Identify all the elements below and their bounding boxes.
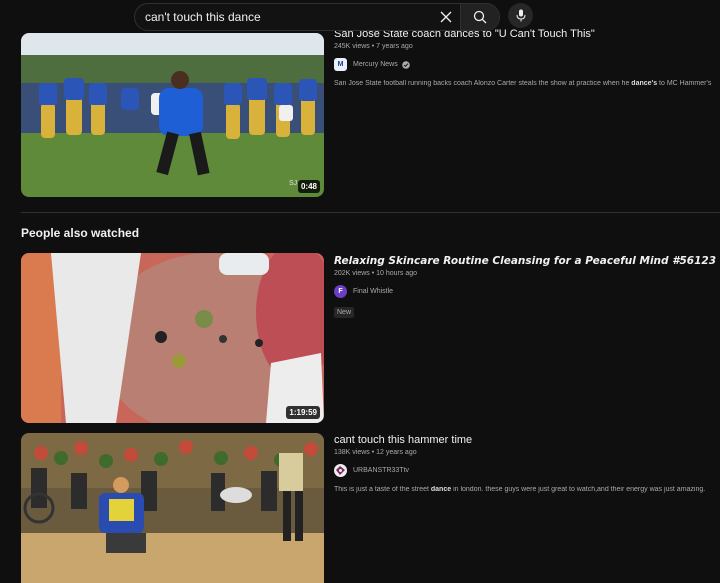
section-title: People also watched	[21, 226, 140, 240]
channel-avatar	[334, 464, 347, 477]
channel-row[interactable]: URBANSTR33Ttv	[334, 464, 720, 477]
thumbnail-image	[21, 253, 324, 423]
channel-avatar: F	[334, 285, 347, 298]
channel-avatar: M	[334, 58, 347, 71]
search-button[interactable]	[460, 4, 499, 30]
video-thumbnail[interactable]: SJ 0:48	[21, 33, 324, 197]
verified-check-icon	[401, 60, 410, 69]
video-description: This is just a taste of the street dance…	[334, 486, 706, 493]
channel-row[interactable]: M Mercury News	[334, 58, 720, 71]
video-description: San Jose State football running backs co…	[334, 80, 712, 87]
highlight-term: dance	[430, 486, 452, 493]
svg-text:SJ: SJ	[289, 180, 297, 187]
new-badge: New	[334, 307, 355, 318]
thumbnail-image	[21, 433, 324, 583]
search-input[interactable]	[135, 6, 432, 28]
clear-search-button[interactable]	[432, 4, 460, 30]
search-icon	[473, 10, 487, 24]
channel-name: Mercury News	[353, 61, 398, 68]
channel-name: Final Whistle	[353, 288, 394, 295]
video-duration: 0:48	[297, 180, 320, 193]
thumbnail-image: SJ	[21, 33, 324, 197]
video-meta: 245K views • 7 years ago	[334, 43, 413, 50]
video-info: San Jose State coach dances to "U Can't …	[334, 28, 720, 87]
video-duration: 1:19:59	[286, 406, 320, 419]
video-thumbnail[interactable]	[21, 433, 324, 583]
search-bar	[134, 3, 500, 31]
channel-name: URBANSTR33Ttv	[353, 467, 410, 474]
video-title[interactable]: cant touch this hammer time	[334, 434, 720, 446]
section-divider	[21, 212, 720, 213]
video-meta: 202K views • 10 hours ago	[334, 270, 418, 277]
video-info: Relaxing Skincare Routine Cleansing for …	[334, 255, 720, 319]
video-info: cant touch this hammer time 138K views •…	[334, 434, 720, 493]
video-thumbnail[interactable]: 1:19:59	[21, 253, 324, 423]
avatar-icon	[336, 466, 345, 475]
close-icon	[440, 11, 452, 23]
microphone-icon	[516, 9, 525, 22]
voice-search-button[interactable]	[508, 3, 533, 28]
video-title[interactable]: Relaxing Skincare Routine Cleansing for …	[334, 255, 720, 267]
video-meta: 138K views • 12 years ago	[334, 449, 417, 456]
highlight-term: dance's	[631, 80, 658, 87]
channel-row[interactable]: F Final Whistle	[334, 285, 720, 298]
